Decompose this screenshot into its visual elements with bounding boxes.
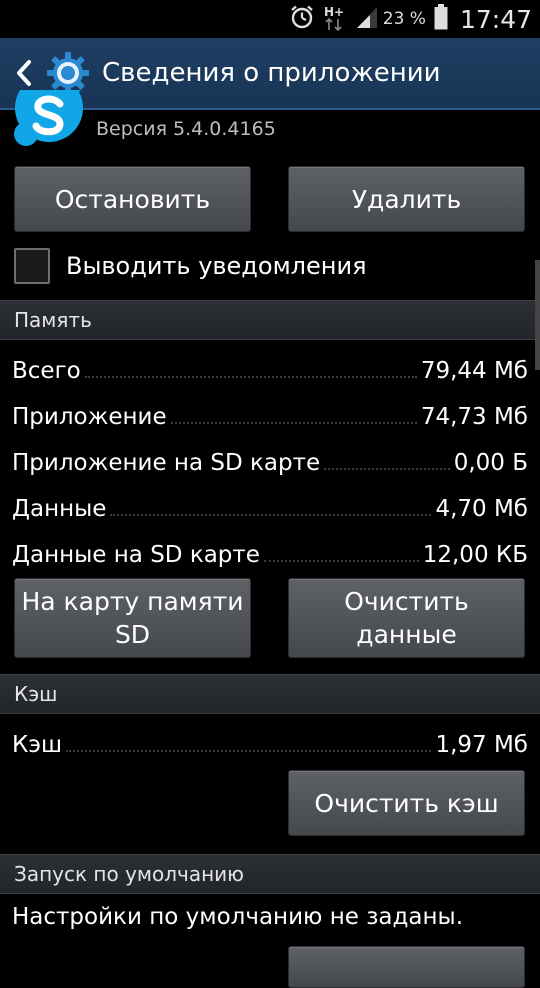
row-value: 74,73 Мб: [420, 404, 528, 430]
memory-row-app: Приложение 74,73 Мб: [12, 396, 528, 430]
row-dots: [66, 750, 432, 752]
row-value: 1,97 Мб: [435, 732, 528, 758]
notifications-checkbox[interactable]: [14, 248, 50, 284]
page-title: Сведения о приложении: [102, 58, 441, 88]
battery-percent: 23 %: [382, 9, 426, 29]
move-to-sd-line1: На карту памяти: [21, 587, 244, 616]
row-label: Всего: [12, 358, 81, 384]
status-bar: H+ 23 % 17:47: [0, 0, 540, 38]
move-to-sd-button[interactable]: На карту памяти SD: [14, 578, 251, 658]
move-to-sd-line2: SD: [114, 620, 151, 649]
hplus-icon: H+: [323, 3, 347, 35]
row-dots: [110, 514, 432, 516]
app-version: Версия 5.4.0.4165: [96, 118, 276, 140]
alarm-clock-icon: [289, 4, 315, 34]
skype-icon: [14, 90, 84, 148]
settings-gear-icon[interactable]: [46, 51, 90, 95]
row-value: 4,70 Мб: [435, 496, 528, 522]
svg-text:H+: H+: [324, 5, 344, 19]
cache-section-header: Кэш: [0, 674, 540, 714]
signal-icon: [355, 5, 379, 33]
row-dots: [170, 422, 417, 424]
cache-row: Кэш 1,97 Мб: [12, 724, 528, 758]
row-value: 79,44 Мб: [420, 358, 528, 384]
row-dots: [324, 468, 450, 470]
memory-row-app-sd: Приложение на SD карте 0,00 Б: [12, 442, 528, 476]
row-label: Данные: [12, 496, 107, 522]
launch-default-header-label: Запуск по умолчанию: [14, 862, 245, 886]
row-label: Приложение на SD карте: [12, 450, 321, 476]
row-value: 0,00 Б: [453, 450, 528, 476]
status-time: 17:47: [459, 4, 532, 34]
row-dots: [84, 376, 417, 378]
launch-default-section-header: Запуск по умолчанию: [0, 854, 540, 894]
clear-data-button[interactable]: Очистить данные: [288, 578, 525, 658]
clear-cache-button[interactable]: Очистить кэш: [288, 770, 525, 836]
battery-icon: [434, 4, 448, 34]
scrollbar-thumb[interactable]: [535, 260, 540, 370]
memory-row-data-sd: Данные на SD карте 12,00 КБ: [12, 534, 528, 568]
cache-header-label: Кэш: [14, 682, 58, 706]
row-label: Кэш: [12, 732, 62, 758]
row-label: Данные на SD карте: [12, 542, 260, 568]
memory-row-data: Данные 4,70 Мб: [12, 488, 528, 522]
memory-row-total: Всего 79,44 Мб: [12, 350, 528, 384]
back-chevron-icon: [17, 60, 31, 86]
clear-defaults-button[interactable]: [288, 946, 525, 988]
app-header: Версия 5.4.0.4165: [0, 90, 540, 150]
stop-button[interactable]: Остановить: [14, 166, 251, 232]
clear-data-line2: данные: [356, 620, 457, 649]
launch-default-text: Настройки по умолчанию не заданы.: [12, 904, 464, 930]
row-value: 12,00 КБ: [422, 542, 528, 568]
memory-section-header: Память: [0, 300, 540, 340]
uninstall-button[interactable]: Удалить: [288, 166, 525, 232]
row-label: Приложение: [12, 404, 167, 430]
row-dots: [263, 560, 419, 562]
memory-header-label: Память: [14, 308, 92, 332]
notifications-label: Выводить уведомления: [66, 252, 367, 280]
notifications-row[interactable]: Выводить уведомления: [14, 246, 367, 286]
clear-data-line1: Очистить: [344, 587, 469, 616]
